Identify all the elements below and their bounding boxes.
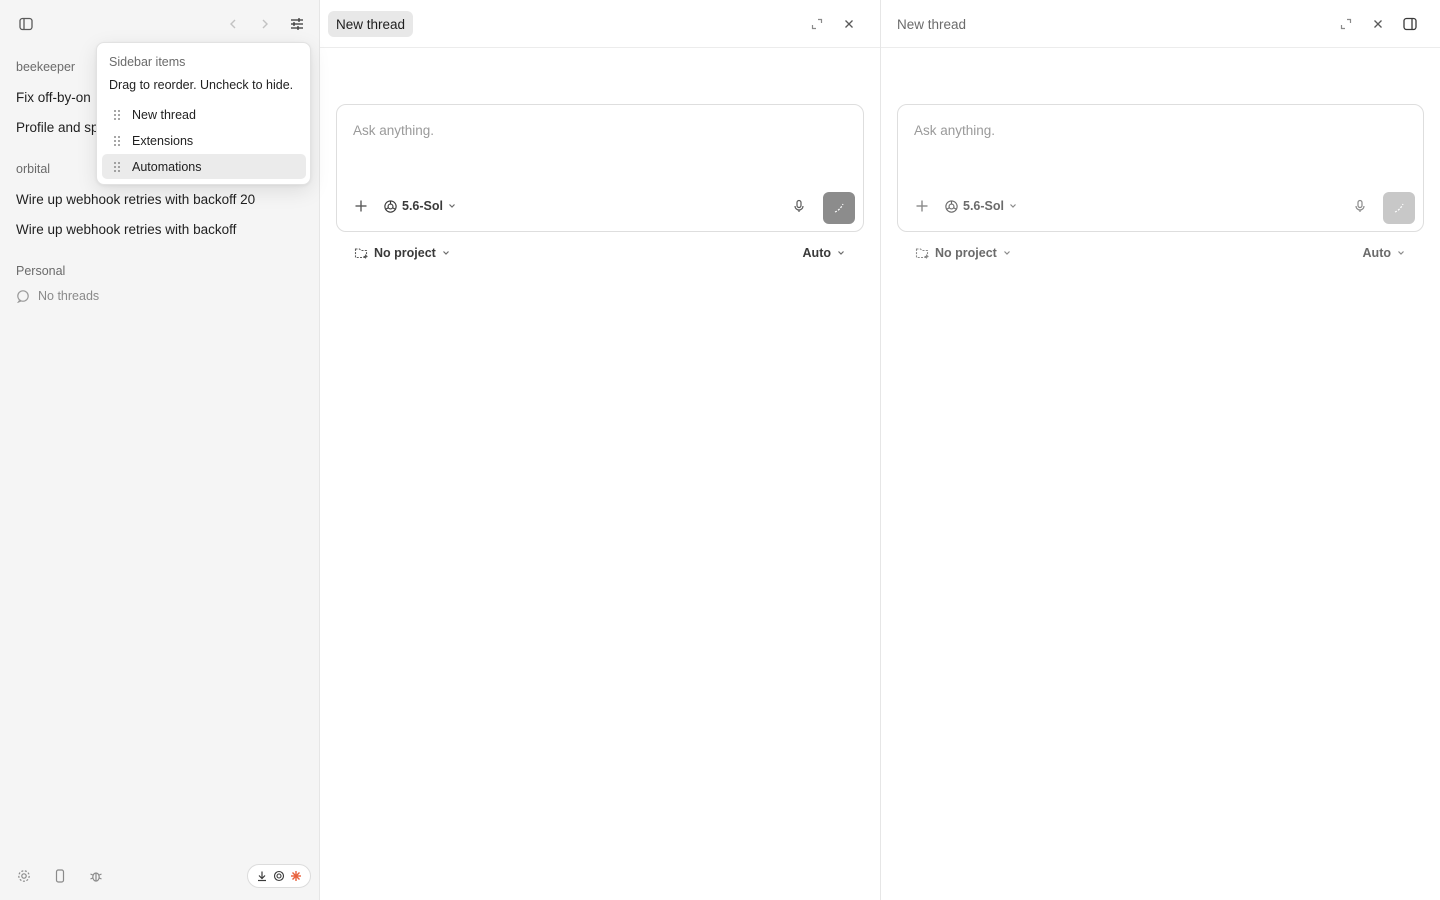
chevron-down-icon (1002, 248, 1012, 258)
popover-item-label: Extensions (132, 133, 194, 148)
popover-item-new-thread[interactable]: New thread (102, 102, 306, 127)
mode-label: Auto (1362, 246, 1391, 260)
project-label: No project (374, 246, 436, 260)
thread-pane-left: New thread 5.6-Sol (320, 0, 881, 900)
chevron-left-icon[interactable] (221, 12, 245, 36)
microphone-icon[interactable] (789, 196, 809, 216)
popover-title: Sidebar items (109, 55, 186, 69)
model-label: 5.6-Sol (402, 199, 443, 213)
bug-icon[interactable] (84, 864, 108, 888)
message-input[interactable] (914, 119, 1407, 141)
project-selector[interactable]: No project (354, 246, 451, 260)
popover-item-label: Automations (132, 159, 202, 174)
mode-label: Auto (802, 246, 831, 260)
openai-logo-icon (383, 199, 398, 214)
pane-header: New thread (881, 0, 1440, 48)
drag-handle-icon[interactable] (106, 161, 128, 173)
thread-title-tab[interactable]: New thread (328, 11, 414, 37)
sidebar-thread-item[interactable]: Profile and sp (16, 120, 99, 135)
openai-logo-icon (944, 199, 959, 214)
status-pill[interactable] (247, 864, 311, 888)
openai-logo-icon (273, 870, 285, 882)
chevron-down-icon (447, 201, 457, 211)
send-button[interactable] (1383, 192, 1415, 224)
composer: 5.6-Sol (897, 104, 1424, 232)
sidebar-group-beekeeper: beekeeper (16, 60, 76, 74)
chat-bubble-icon (16, 289, 30, 303)
sidebar-thread-item[interactable]: Fix off-by-on (16, 90, 91, 105)
popover-item-label: New thread (132, 107, 196, 122)
download-icon (256, 870, 268, 882)
model-selector[interactable]: 5.6-Sol (383, 196, 457, 216)
expand-icon[interactable] (1334, 12, 1358, 36)
composer-footer: No project Auto (354, 243, 846, 263)
folder-plus-icon (354, 246, 369, 260)
spark-icon (290, 870, 302, 882)
phone-icon[interactable] (48, 864, 72, 888)
right-panel-toggle-icon[interactable] (1398, 12, 1422, 36)
model-selector[interactable]: 5.6-Sol (944, 196, 1018, 216)
chevron-down-icon (836, 248, 846, 258)
plus-icon[interactable] (912, 196, 932, 216)
sidebar-group-orbital: orbital (16, 162, 51, 176)
close-icon[interactable] (1366, 12, 1390, 36)
gear-icon[interactable] (12, 864, 36, 888)
sidebar-empty-state: No threads (16, 289, 99, 303)
thread-title-tab[interactable]: New thread (889, 11, 974, 37)
sidebar-items-popover: Sidebar items Drag to reorder. Uncheck t… (96, 42, 311, 185)
expand-icon[interactable] (805, 12, 829, 36)
mode-selector[interactable]: Auto (803, 246, 846, 260)
popover-item-extensions[interactable]: Extensions (102, 128, 306, 153)
send-button[interactable] (823, 192, 855, 224)
sidebar-thread-item[interactable]: Wire up webhook retries with backoff 20 (16, 192, 255, 207)
sidebar-toggle-icon[interactable] (14, 12, 38, 36)
message-input[interactable] (353, 119, 847, 141)
plus-icon[interactable] (351, 196, 371, 216)
sidebar-thread-item[interactable]: Wire up webhook retries with backoff (16, 222, 236, 237)
composer-footer: No project Auto (915, 243, 1406, 263)
thread-pane-right: New thread 5.6-Sol (881, 0, 1440, 900)
chevron-down-icon (1396, 248, 1406, 258)
close-icon[interactable] (837, 12, 861, 36)
chevron-right-icon[interactable] (253, 12, 277, 36)
sidebar-empty-label: No threads (38, 289, 100, 303)
model-label: 5.6-Sol (963, 199, 1004, 213)
pane-header: New thread (320, 0, 880, 48)
microphone-icon[interactable] (1350, 196, 1370, 216)
project-label: No project (935, 246, 997, 260)
drag-handle-icon[interactable] (106, 135, 128, 147)
composer: 5.6-Sol (336, 104, 864, 232)
popover-description: Drag to reorder. Uncheck to hide. (109, 78, 294, 92)
chevron-down-icon (441, 248, 451, 258)
sidebar-group-personal: Personal (16, 264, 66, 278)
mode-selector[interactable]: Auto (1363, 246, 1406, 260)
chevron-down-icon (1008, 201, 1018, 211)
drag-handle-icon[interactable] (106, 109, 128, 121)
folder-plus-icon (915, 246, 930, 260)
sidebar-toolbar (0, 0, 320, 48)
popover-item-automations[interactable]: Automations (102, 154, 306, 179)
sliders-icon[interactable] (285, 12, 309, 36)
project-selector[interactable]: No project (915, 246, 1012, 260)
